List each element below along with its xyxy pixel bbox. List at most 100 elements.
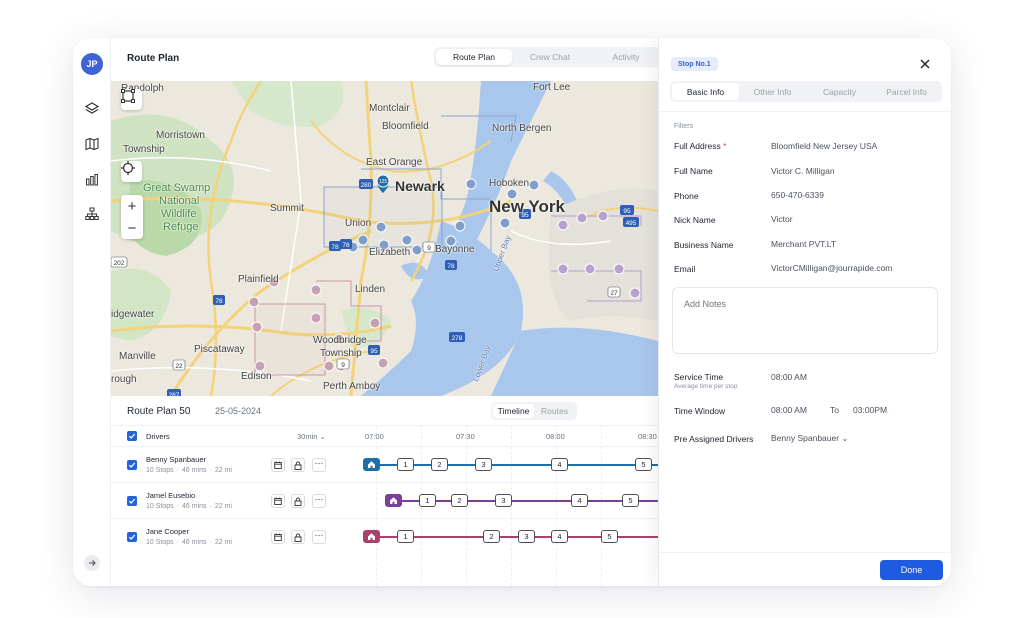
lock-button[interactable] <box>291 458 305 472</box>
svg-text:495: 495 <box>626 220 637 227</box>
table-row[interactable]: Benny Spanbauer 10 Stops · 46 mins · 22 mi ·… <box>111 446 658 482</box>
stop-marker[interactable]: 1 <box>419 494 436 507</box>
phone-value[interactable]: 650-470-6339 <box>771 190 824 200</box>
map-label: East Orange <box>366 157 423 168</box>
calendar-icon <box>274 497 282 505</box>
stop-marker[interactable]: 2 <box>483 530 500 543</box>
email-value[interactable]: VictorCMilligan@jourrapide.com <box>771 263 892 273</box>
map-label: Fort Lee <box>533 82 571 93</box>
tab-route-plan[interactable]: Route Plan <box>436 49 512 65</box>
notes-field[interactable] <box>672 287 938 354</box>
lock-button[interactable] <box>291 494 305 508</box>
stop-marker[interactable]: 3 <box>518 530 535 543</box>
calendar-button[interactable] <box>271 458 285 472</box>
driver-name: Benny Spanbauer <box>146 455 207 464</box>
depot-marker[interactable] <box>385 494 402 507</box>
stop-marker[interactable]: 1 <box>397 530 414 543</box>
map-label: North Bergen <box>492 123 552 134</box>
depot-marker[interactable] <box>363 458 380 471</box>
tab-routes[interactable]: Routes <box>534 404 575 418</box>
depot-marker[interactable] <box>363 530 380 543</box>
table-row[interactable]: Jane Cooper 10 Stops · 46 mins · 22 mi ··· 1… <box>111 518 658 554</box>
more-button[interactable]: ··· <box>312 530 326 544</box>
calendar-button[interactable] <box>271 530 285 544</box>
more-button[interactable]: ··· <box>312 458 326 472</box>
map-icon[interactable] <box>83 135 101 153</box>
interval-select[interactable]: 30min ⌄ <box>297 432 326 441</box>
map-label: Newark <box>395 178 445 194</box>
map-label: Bayonne <box>435 244 475 255</box>
map-label: Plainfield <box>238 274 279 285</box>
close-button[interactable] <box>917 56 933 72</box>
layers-icon[interactable] <box>83 100 101 118</box>
stop-marker[interactable]: 1 <box>397 458 414 471</box>
hierarchy-icon[interactable] <box>83 205 101 223</box>
select-all-checkbox[interactable] <box>127 431 137 441</box>
service-time-value[interactable]: 08:00 AM <box>771 372 807 382</box>
zoom-in-button[interactable]: + <box>121 195 143 217</box>
route-plan-date: 25-05-2024 <box>215 406 262 416</box>
tab-parcel-info[interactable]: Parcel Info <box>873 83 940 100</box>
stop-marker[interactable]: 3 <box>475 458 492 471</box>
locate-button[interactable] <box>121 161 142 182</box>
stop-marker[interactable]: 2 <box>451 494 468 507</box>
route-timeline: 1 2 3 4 5 <box>338 483 658 519</box>
svg-text:78: 78 <box>331 244 339 251</box>
lock-icon <box>294 497 302 506</box>
pre-assigned-select[interactable]: Benny Spanbauer ⌄ <box>771 433 848 443</box>
stop-marker[interactable]: 5 <box>622 494 639 507</box>
interval-value: 30min <box>297 432 318 441</box>
tab-crew-chat[interactable]: Crew Chat <box>512 49 588 65</box>
map-label: Perth Amboy <box>323 381 381 392</box>
map-label: rough <box>111 374 137 385</box>
avatar[interactable]: JP <box>81 53 103 75</box>
table-header: Drivers 30min ⌄ 07:00 07:30 08:00 08:30 <box>111 426 658 446</box>
select-area-button[interactable] <box>121 89 142 110</box>
tab-activity[interactable]: Activity <box>588 49 664 65</box>
route-timeline: 1 2 3 4 5 <box>338 519 658 555</box>
email-label: Email <box>674 264 696 274</box>
tab-timeline[interactable]: Timeline <box>493 404 534 418</box>
time-window-separator: To <box>830 405 839 415</box>
time-window-start[interactable]: 08:00 AM <box>771 405 807 415</box>
done-button[interactable]: Done <box>880 560 943 580</box>
svg-text:202: 202 <box>114 260 125 267</box>
full-name-value[interactable]: Victor C. Milligan <box>771 166 835 176</box>
svg-text:78: 78 <box>342 242 350 249</box>
map-label: Refuge <box>163 221 199 233</box>
row-checkbox[interactable] <box>127 532 137 542</box>
stop-marker[interactable]: 5 <box>601 530 618 543</box>
more-button[interactable]: ··· <box>312 494 326 508</box>
zoom-out-button[interactable]: − <box>121 217 143 239</box>
lock-button[interactable] <box>291 530 305 544</box>
tab-other-info[interactable]: Other Info <box>739 83 806 100</box>
stop-marker[interactable]: 4 <box>551 530 568 543</box>
stop-marker[interactable]: 2 <box>431 458 448 471</box>
map-label: National <box>159 195 200 207</box>
service-time-sublabel: Average time per stop <box>674 383 738 390</box>
map[interactable]: 280 95 495 78 78 202 22 287 278 440 9 9 … <box>111 81 658 396</box>
tab-basic-info[interactable]: Basic Info <box>672 83 739 100</box>
more-icon: ··· <box>314 493 324 504</box>
chart-icon[interactable] <box>83 171 101 189</box>
business-name-value[interactable]: Merchant PVT.LT <box>771 239 836 249</box>
full-address-value[interactable]: Bloomfield New Jersey USA <box>771 141 877 151</box>
driver-meta: 10 Stops · 46 mins · 22 mi <box>146 539 232 546</box>
row-checkbox[interactable] <box>127 496 137 506</box>
row-checkbox[interactable] <box>127 460 137 470</box>
stop-marker[interactable]: 4 <box>571 494 588 507</box>
expand-rail-button[interactable] <box>84 555 100 571</box>
map-label: Great Swamp <box>143 182 211 194</box>
table-row[interactable]: Jamel Eusebio 10 Stops · 46 mins · 22 mi ···… <box>111 482 658 518</box>
time-window-end[interactable]: 03:00PM <box>853 405 887 415</box>
driver-name: Jamel Eusebio <box>146 491 196 500</box>
stop-marker[interactable]: 4 <box>551 458 568 471</box>
map-label: Linden <box>355 284 386 295</box>
nick-name-label: Nick Name <box>674 215 716 225</box>
tab-capacity[interactable]: Capacity <box>806 83 873 100</box>
header: Route Plan Route Plan Crew Chat Activity <box>111 38 666 81</box>
stop-marker[interactable]: 3 <box>495 494 512 507</box>
stop-marker[interactable]: 5 <box>635 458 652 471</box>
calendar-button[interactable] <box>271 494 285 508</box>
nick-name-value[interactable]: Victor <box>771 214 793 224</box>
